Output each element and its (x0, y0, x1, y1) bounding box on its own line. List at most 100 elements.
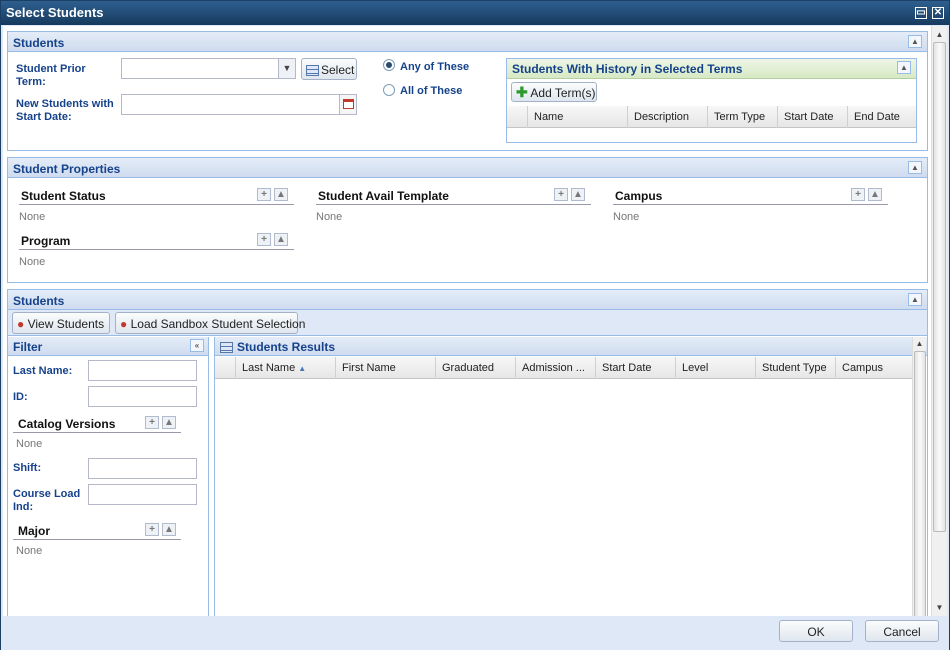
row-select-column (215, 357, 236, 379)
collapse-icon[interactable]: ▲ (908, 293, 922, 306)
window-title: Select Students (6, 5, 104, 20)
major-value: None (16, 545, 43, 557)
users-icon: ● (120, 317, 128, 331)
ok-button[interactable]: OK (779, 620, 853, 642)
dialog-footer: OK Cancel (1, 616, 949, 650)
collapse-icon[interactable]: ▲ (868, 188, 882, 201)
column-start-date[interactable]: Start Date (778, 106, 848, 128)
column-description[interactable]: Description (628, 106, 708, 128)
table-icon (306, 65, 319, 77)
section-title: Major (18, 524, 51, 538)
column-graduated[interactable]: Graduated (436, 357, 516, 379)
add-icon[interactable]: + (145, 523, 159, 536)
scroll-up-icon[interactable]: ▲ (932, 30, 947, 39)
column-level[interactable]: Level (676, 357, 756, 379)
plus-icon: ✚ (516, 84, 528, 100)
student-properties-panel: Student Properties ▲ Student Status + ▲ … (7, 157, 928, 283)
collapse-icon[interactable]: ▲ (162, 416, 176, 429)
view-students-button[interactable]: ● View Students (12, 312, 110, 334)
collapse-icon[interactable]: ▲ (908, 35, 922, 48)
student-status-section: Student Status + ▲ (19, 188, 294, 205)
radio-all[interactable] (383, 84, 395, 96)
toolbar: ● View Students ● Load Sandbox Student S… (8, 310, 927, 336)
results-header: Students Results (215, 337, 927, 356)
prior-term-combo[interactable]: ▼ (121, 58, 296, 79)
results-grid-header: Last Name ▲ First Name Graduated Admissi… (215, 357, 912, 379)
collapse-icon[interactable]: ▲ (897, 61, 911, 74)
add-icon[interactable]: + (145, 416, 159, 429)
close-icon[interactable]: ✕ (932, 7, 944, 19)
avail-template-section: Student Avail Template + ▲ (316, 188, 591, 205)
last-name-input[interactable] (88, 360, 197, 381)
shift-input[interactable] (88, 458, 197, 479)
add-terms-button[interactable]: ✚ Add Term(s) (511, 82, 597, 102)
panel-title: Student Properties (13, 162, 121, 176)
course-load-input[interactable] (88, 484, 197, 505)
panel-title: Students (13, 36, 65, 50)
collapse-icon[interactable]: ▲ (274, 233, 288, 246)
id-label: ID: (13, 391, 28, 403)
filter-title: Filter (13, 340, 43, 354)
users-icon: ● (17, 317, 25, 331)
results-scrollbar[interactable]: ▲ (912, 337, 926, 616)
add-icon[interactable]: + (554, 188, 568, 201)
panel-header: Students ▲ (8, 290, 927, 310)
results-title: Students Results (237, 340, 336, 354)
panel-header: Students ▲ (8, 32, 927, 52)
radio-any-label: Any of These (400, 61, 470, 73)
collapse-icon[interactable]: ▲ (162, 523, 176, 536)
maximize-icon[interactable]: ▭ (915, 7, 927, 19)
sort-asc-icon: ▲ (298, 364, 307, 373)
student-status-value: None (19, 211, 46, 223)
panel-title: Students (13, 294, 65, 308)
prior-term-label: Student Prior Term: (16, 63, 86, 88)
column-last-name[interactable]: Last Name ▲ (236, 357, 336, 379)
dialog-window: Select Students ▭ ✕ Students ▲ Student P… (0, 0, 950, 650)
history-header: Students With History in Selected Terms … (507, 59, 916, 79)
program-value: None (19, 256, 46, 268)
campus-value: None (613, 211, 640, 223)
title-bar: Select Students ▭ ✕ (1, 1, 949, 25)
collapse-left-icon[interactable]: « (190, 339, 204, 352)
history-grid: Students With History in Selected Terms … (506, 58, 917, 143)
dialog-body: Students ▲ Student Prior Term: ▼ Select … (3, 26, 932, 616)
column-admission[interactable]: Admission ... (516, 357, 596, 379)
grid-icon (220, 342, 233, 354)
column-start-date[interactable]: Start Date (596, 357, 676, 379)
panel-header: Student Properties ▲ (8, 158, 927, 178)
scroll-thumb[interactable] (914, 351, 926, 616)
collapse-icon[interactable]: ▲ (908, 161, 922, 174)
radio-any[interactable] (383, 59, 395, 71)
collapse-icon[interactable]: ▲ (274, 188, 288, 201)
dialog-scrollbar[interactable]: ▲ ▼ (931, 26, 947, 616)
load-sandbox-button[interactable]: ● Load Sandbox Student Selection (115, 312, 305, 334)
id-input[interactable] (88, 386, 197, 407)
chevron-down-icon[interactable]: ▼ (278, 59, 295, 78)
calendar-icon[interactable] (339, 95, 356, 114)
column-first-name[interactable]: First Name (336, 357, 436, 379)
column-end-date[interactable]: End Date (848, 106, 916, 128)
add-icon[interactable]: + (257, 188, 271, 201)
column-name[interactable]: Name (528, 106, 628, 128)
add-icon[interactable]: + (851, 188, 865, 201)
column-student-type[interactable]: Student Type (756, 357, 836, 379)
last-name-label: Last Name: (13, 365, 73, 377)
scroll-thumb[interactable] (933, 42, 946, 532)
results-grid: Students Results Last Name ▲ First Name … (214, 337, 927, 616)
new-students-label: New Students with Start Date: (16, 98, 114, 123)
course-load-label: Course Load Ind: (13, 488, 81, 513)
scroll-down-icon[interactable]: ▼ (932, 603, 947, 612)
catalog-value: None (16, 438, 43, 450)
scroll-up-icon[interactable]: ▲ (913, 339, 926, 348)
filter-panel: Filter « Last Name: ID: Catalog Versions… (8, 337, 209, 616)
cancel-button[interactable]: Cancel (865, 620, 939, 642)
radio-all-label: All of These (400, 85, 463, 97)
start-date-field[interactable] (121, 94, 357, 115)
add-icon[interactable]: + (257, 233, 271, 246)
major-section: Major + ▲ (13, 523, 181, 540)
collapse-icon[interactable]: ▲ (571, 188, 585, 201)
select-button[interactable]: Select (301, 58, 357, 80)
section-title: Program (21, 234, 71, 248)
column-term-type[interactable]: Term Type (708, 106, 778, 128)
column-campus[interactable]: Campus (836, 357, 912, 379)
